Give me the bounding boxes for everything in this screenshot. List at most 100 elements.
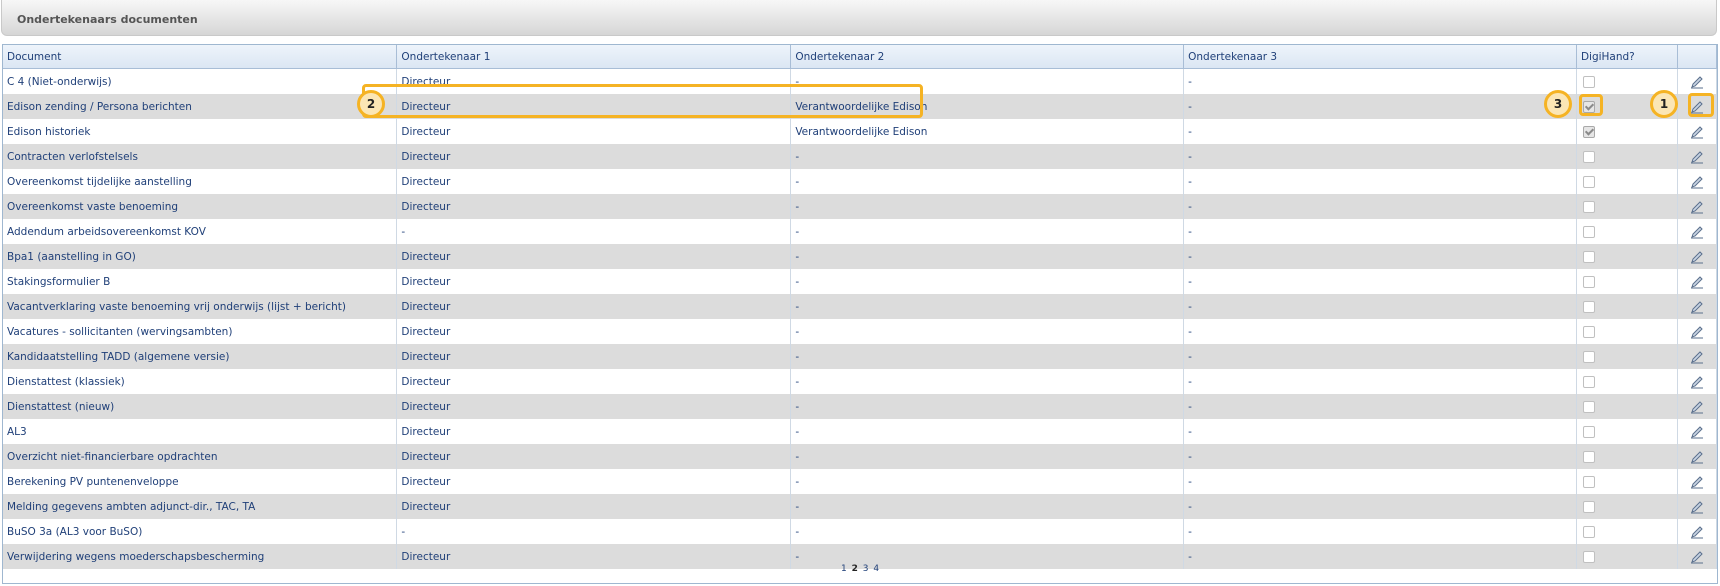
digihand-checkbox[interactable] [1582,100,1595,113]
digihand-cell [1576,469,1678,494]
edit-icon[interactable] [1690,400,1704,414]
column-header-document[interactable]: Document [3,45,398,69]
column-header-signer-3[interactable]: Ondertekenaar 3 [1183,45,1577,69]
column-header-signer-1[interactable]: Ondertekenaar 1 [396,45,792,69]
document-cell[interactable]: Dienstattest (klassiek) [3,369,398,394]
table-row[interactable]: Dienstattest (klassiek) Directeur - - [3,369,1718,394]
document-cell[interactable]: Edison historiek [3,119,398,144]
document-cell[interactable]: Vacatures - sollicitanten (wervingsambte… [3,319,398,344]
document-cell[interactable]: Overeenkomst vaste benoeming [3,194,398,219]
document-cell[interactable]: AL3 [3,419,398,444]
table-row[interactable]: Kandidaatstelling TADD (algemene versie)… [3,344,1718,369]
document-cell[interactable]: Addendum arbeidsovereenkomst KOV [3,219,398,244]
table-row[interactable]: Addendum arbeidsovereenkomst KOV - - - [3,219,1718,244]
signer-2-cell: - [790,394,1185,419]
digihand-checkbox[interactable] [1582,175,1595,188]
digihand-checkbox[interactable] [1582,425,1595,438]
digihand-checkbox[interactable] [1582,250,1595,263]
digihand-checkbox[interactable] [1582,150,1595,163]
document-cell[interactable]: Stakingsformulier B [3,269,398,294]
edit-icon[interactable] [1690,350,1704,364]
document-cell[interactable]: Kandidaatstelling TADD (algemene versie) [3,344,398,369]
signer-2-cell: - [790,469,1185,494]
pager-page-1[interactable]: 1 [841,564,847,574]
pager-page-4[interactable]: 4 [873,564,879,574]
signer-3-cell: - [1183,169,1577,194]
table-row[interactable]: Overzicht niet-financierbare opdrachten D… [3,444,1718,469]
digihand-checkbox[interactable] [1582,500,1595,513]
table-row[interactable]: Overeenkomst vaste benoeming Directeur - - [3,194,1718,219]
signer-2-cell: - [790,144,1185,169]
action-cell [1677,244,1718,269]
edit-icon[interactable] [1690,425,1704,439]
digihand-checkbox[interactable] [1582,550,1595,563]
signer-3-cell: - [1183,219,1577,244]
edit-icon[interactable] [1690,450,1704,464]
table-row[interactable]: Contracten verlofstelsels Directeur - - [3,144,1718,169]
digihand-checkbox[interactable] [1582,75,1595,88]
digihand-checkbox[interactable] [1582,200,1595,213]
edit-icon[interactable] [1690,100,1704,114]
document-cell[interactable]: BuSO 3a (AL3 voor BuSO) [3,519,398,544]
edit-icon[interactable] [1690,550,1704,564]
edit-icon[interactable] [1690,325,1704,339]
column-header-digihand[interactable]: DigiHand? [1576,45,1678,69]
table-row[interactable]: Melding gegevens ambten adjunct-dir., TA… [3,494,1718,519]
edit-icon[interactable] [1690,300,1704,314]
column-header-signer-2[interactable]: Ondertekenaar 2 [790,45,1185,69]
table-row[interactable]: Berekening PV puntenenveloppe Directeur - - [3,469,1718,494]
edit-icon[interactable] [1690,475,1704,489]
digihand-checkbox[interactable] [1582,475,1595,488]
document-cell[interactable]: Overzicht niet-financierbare opdrachten [3,444,398,469]
signer-3-cell: - [1183,244,1577,269]
edit-icon[interactable] [1690,375,1704,389]
digihand-checkbox[interactable] [1582,125,1595,138]
table-row[interactable]: C 4 (Niet-onderwijs) Directeur - - [3,68,1718,94]
document-cell[interactable]: Berekening PV puntenenveloppe [3,469,398,494]
document-cell[interactable]: Edison zending / Persona berichten [3,94,398,119]
edit-icon[interactable] [1690,200,1704,214]
action-cell [1677,119,1718,144]
pager-page-3[interactable]: 3 [863,564,869,574]
table-row[interactable]: Dienstattest (nieuw) Directeur - - [3,394,1718,419]
document-cell[interactable]: Overeenkomst tijdelijke aanstelling [3,169,398,194]
edit-icon[interactable] [1690,275,1704,289]
digihand-checkbox[interactable] [1582,325,1595,338]
document-cell[interactable]: Vacantverklaring vaste benoeming vrij on… [3,294,398,319]
digihand-checkbox[interactable] [1582,300,1595,313]
table-row[interactable]: Overeenkomst tijdelijke aanstelling Direc… [3,169,1718,194]
digihand-checkbox[interactable] [1582,275,1595,288]
digihand-checkbox[interactable] [1582,350,1595,363]
document-cell[interactable]: Melding gegevens ambten adjunct-dir., TA… [3,494,398,519]
document-cell[interactable]: Dienstattest (nieuw) [3,394,398,419]
digihand-checkbox[interactable] [1582,225,1595,238]
table-row[interactable]: Vacantverklaring vaste benoeming vrij on… [3,294,1718,319]
table-row[interactable]: Bpa1 (aanstelling in GO) Directeur - - [3,244,1718,269]
table-row[interactable]: Vacatures - sollicitanten (wervingsambte… [3,319,1718,344]
table-row[interactable]: Stakingsformulier B Directeur - - [3,269,1718,294]
edit-icon[interactable] [1690,150,1704,164]
table-row[interactable]: Edison zending / Persona berichten Direct… [3,94,1718,119]
table-row[interactable]: AL3 Directeur - - [3,419,1718,444]
document-cell[interactable]: Bpa1 (aanstelling in GO) [3,244,398,269]
edit-icon[interactable] [1690,250,1704,264]
digihand-checkbox[interactable] [1582,525,1595,538]
action-cell [1677,519,1718,544]
signer-2-cell: - [790,494,1185,519]
edit-icon[interactable] [1690,500,1704,514]
edit-icon[interactable] [1690,175,1704,189]
edit-icon[interactable] [1690,75,1704,89]
signers-grid: Document Ondertekenaar 1 Ondertekenaar 2… [2,44,1718,584]
digihand-checkbox[interactable] [1582,400,1595,413]
edit-icon[interactable] [1690,225,1704,239]
document-cell[interactable]: C 4 (Niet-onderwijs) [3,68,398,94]
digihand-checkbox[interactable] [1582,375,1595,388]
edit-icon[interactable] [1690,125,1704,139]
table-row[interactable]: BuSO 3a (AL3 voor BuSO) - - - [3,519,1718,544]
digihand-checkbox[interactable] [1582,450,1595,463]
document-cell[interactable]: Contracten verlofstelsels [3,144,398,169]
digihand-cell [1576,344,1678,369]
edit-icon[interactable] [1690,525,1704,539]
table-row[interactable]: Edison historiek Directeur Verantwoordelij… [3,119,1718,144]
signer-1-cell: Directeur [396,169,792,194]
